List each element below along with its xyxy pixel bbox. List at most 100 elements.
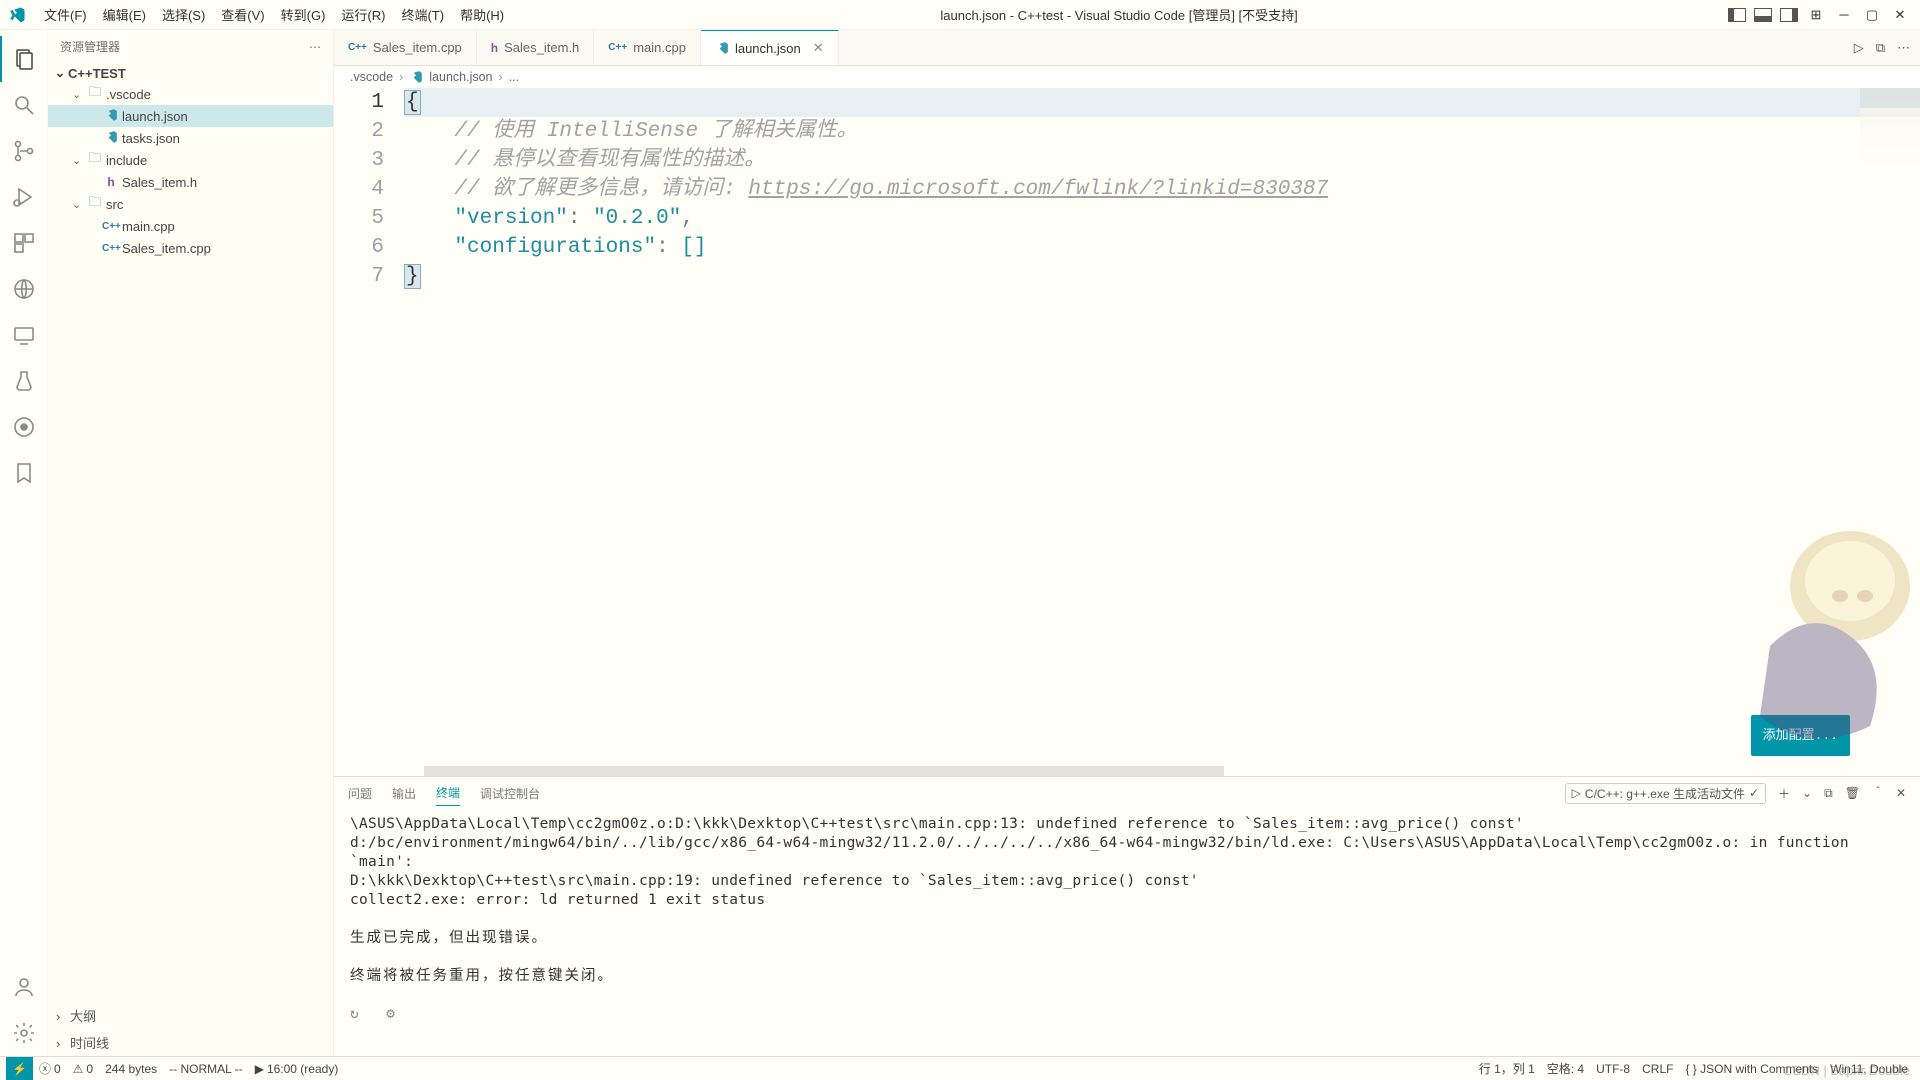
terminal-settings-icon[interactable]: ⚙ (386, 1006, 395, 1022)
breadcrumbs[interactable]: .vscode › launch.json › ... (334, 66, 1920, 88)
maximize-button[interactable]: ▢ (1860, 3, 1884, 27)
panel-tab-terminal[interactable]: 终端 (436, 780, 460, 806)
menu-run[interactable]: 运行(R) (333, 3, 393, 26)
indentation[interactable]: 空格: 4 (1541, 1060, 1590, 1077)
settings-gear-icon[interactable] (0, 1010, 48, 1056)
explorer-sidebar: 资源管理器 ⋯ ⌄C++TEST ⌄🗀.vscodelaunch.jsontas… (48, 30, 334, 1056)
toggle-panel-icon[interactable] (1754, 8, 1772, 22)
code-l2: // 使用 IntelliSense 了解相关属性。 (404, 120, 858, 143)
minimize-button[interactable]: ─ (1832, 3, 1856, 27)
menu-help[interactable]: 帮助(H) (452, 3, 512, 26)
menu-terminal[interactable]: 终端(T) (393, 3, 452, 26)
outline-section[interactable]: ›大纲 (48, 1002, 333, 1029)
task-indicator[interactable]: ▷ C/C++: g++.exe 生成活动文件 ✓ (1565, 783, 1766, 804)
crumb-file[interactable]: launch.json (429, 70, 492, 84)
panel-tab-debug-console[interactable]: 调试控制台 (480, 781, 540, 806)
terminal-dropdown-icon[interactable]: ⌄ (1802, 786, 1812, 800)
terminal-output[interactable]: \ASUS\AppData\Local\Temp\cc2gmO0z.o:D:\k… (334, 809, 1920, 1056)
code-l6-key: "configurations" (454, 236, 656, 259)
layout-customize-icon[interactable]: ⊞ (1804, 3, 1828, 27)
toggle-sidebar-icon[interactable] (1728, 8, 1746, 22)
more-actions-icon[interactable]: ⋯ (1897, 40, 1910, 56)
status-bar: ⚡ ⓧ 0 ⚠ 0 244 bytes -- NORMAL -- ▶ 16:00… (0, 1056, 1920, 1080)
code-l7: } (404, 264, 421, 289)
split-terminal-icon[interactable]: ⧉ (1824, 786, 1833, 801)
encoding[interactable]: UTF-8 (1590, 1062, 1636, 1076)
activity-bar (0, 30, 48, 1056)
code-l4a: // 欲了解更多信息，请访问: (404, 178, 748, 201)
menu-view[interactable]: 查看(V) (213, 3, 272, 26)
tree-item-launch-json[interactable]: launch.json (48, 105, 333, 127)
project-root[interactable]: ⌄C++TEST (48, 63, 333, 83)
vscode-logo-icon (8, 6, 26, 24)
crumb-folder[interactable]: .vscode (350, 70, 393, 84)
watermark: CSDN | Варяг Double (1783, 1063, 1910, 1078)
panel-tab-output[interactable]: 输出 (392, 781, 416, 806)
search-icon[interactable] (0, 82, 48, 128)
file-size: 244 bytes (99, 1062, 163, 1076)
tree-item-main-cpp[interactable]: C++main.cpp (48, 215, 333, 237)
eol[interactable]: CRLF (1636, 1062, 1679, 1076)
close-button[interactable]: ✕ (1888, 3, 1912, 27)
menu-file[interactable]: 文件(F) (36, 3, 95, 26)
tree-item-tasks-json[interactable]: tasks.json (48, 127, 333, 149)
source-control-icon[interactable] (0, 128, 48, 174)
code-l6-val: [] (681, 236, 706, 259)
tree-item-src[interactable]: ⌄🗀src (48, 193, 333, 215)
tab-main-cpp[interactable]: C++main.cpp (594, 30, 701, 65)
tab-Sales_item-h[interactable]: hSales_item.h (477, 30, 595, 65)
tree-item-include[interactable]: ⌄🗀include (48, 149, 333, 171)
crumb-more[interactable]: ... (509, 70, 519, 84)
tab-Sales_item-cpp[interactable]: C++Sales_item.cpp (334, 30, 477, 65)
record-icon[interactable] (0, 404, 48, 450)
warnings-count[interactable]: ⚠ 0 (67, 1062, 99, 1076)
tree-item-Sales_item-h[interactable]: hSales_item.h (48, 171, 333, 193)
maximize-panel-icon[interactable]: ＾ (1872, 785, 1884, 802)
kill-terminal-icon[interactable]: 🗑 (1845, 786, 1860, 800)
window-title: launch.json - C++test - Visual Studio Co… (512, 5, 1726, 24)
code-l5-key: "version" (454, 207, 567, 230)
minimap[interactable] (1860, 88, 1920, 766)
titlebar: 文件(F) 编辑(E) 选择(S) 查看(V) 转到(G) 运行(R) 终端(T… (0, 0, 1920, 30)
cursor-position[interactable]: 行 1，列 1 (1473, 1060, 1541, 1077)
errors-count[interactable]: ⓧ 0 (33, 1060, 67, 1077)
code-editor[interactable]: 1234567 { // 使用 IntelliSense 了解相关属性。 // … (334, 88, 1920, 766)
extensions-icon[interactable] (0, 220, 48, 266)
new-terminal-icon[interactable]: ＋ (1778, 785, 1790, 802)
code-l5-val: "0.2.0" (593, 207, 681, 230)
code-l4-url[interactable]: https://go.microsoft.com/fwlink/?linkid=… (748, 178, 1328, 201)
bottom-panel: 问题 输出 终端 调试控制台 ▷ C/C++: g++.exe 生成活动文件 ✓… (334, 776, 1920, 1056)
explorer-more-icon[interactable]: ⋯ (309, 40, 321, 54)
code-l1: { (404, 90, 421, 115)
tab-bar: C++Sales_item.cpphSales_item.hC++main.cp… (334, 30, 1920, 66)
editor-area: C++Sales_item.cpphSales_item.hC++main.cp… (334, 30, 1920, 1056)
menu-go[interactable]: 转到(G) (273, 3, 334, 26)
remote-indicator[interactable]: ⚡ (6, 1057, 33, 1080)
testing-icon[interactable] (0, 358, 48, 404)
json-file-icon (409, 70, 423, 84)
tree-item--vscode[interactable]: ⌄🗀.vscode (48, 83, 333, 105)
accounts-icon[interactable] (0, 964, 48, 1010)
menu-edit[interactable]: 编辑(E) (95, 3, 154, 26)
remote-window-icon[interactable] (0, 312, 48, 358)
tab-launch-json[interactable]: launch.json✕ (701, 30, 839, 65)
menu-selection[interactable]: 选择(S) (154, 3, 213, 26)
close-tab-icon[interactable]: ✕ (813, 40, 824, 56)
split-editor-icon[interactable]: ⧉ (1876, 40, 1885, 56)
reload-icon[interactable]: ↻ (350, 1006, 359, 1022)
run-icon[interactable]: ▷ (1854, 40, 1864, 56)
close-panel-icon[interactable]: ✕ (1896, 786, 1906, 800)
add-configuration-button[interactable]: 添加配置... (1751, 715, 1850, 756)
toggle-secondary-icon[interactable] (1780, 8, 1798, 22)
remote-explorer-icon[interactable] (0, 266, 48, 312)
horizontal-scrollbar[interactable] (334, 766, 1920, 776)
panel-tab-problems[interactable]: 问题 (348, 781, 372, 806)
clock: ▶ 16:00 (ready) (249, 1062, 345, 1076)
tree-item-Sales_item-cpp[interactable]: C++Sales_item.cpp (48, 237, 333, 259)
timeline-section[interactable]: ›时间线 (48, 1029, 333, 1056)
project-name: C++TEST (68, 66, 126, 81)
bookmarks-icon[interactable] (0, 450, 48, 496)
explorer-icon[interactable] (0, 36, 48, 82)
run-debug-icon[interactable] (0, 174, 48, 220)
explorer-title: 资源管理器 (60, 38, 120, 55)
